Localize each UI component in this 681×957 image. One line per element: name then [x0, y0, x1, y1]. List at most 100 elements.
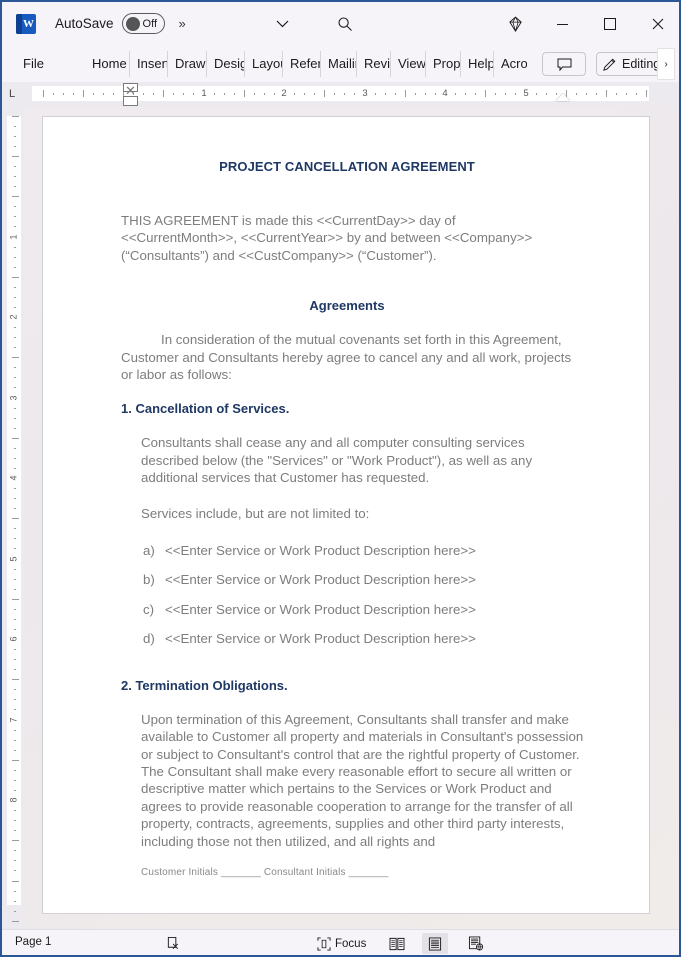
ruler-tick — [53, 93, 54, 95]
ruler-tick — [14, 428, 16, 429]
tab-file[interactable]: File — [23, 51, 59, 77]
ruler-tick — [14, 247, 16, 248]
ruler-tick — [425, 93, 426, 95]
ruler-tick — [455, 93, 456, 95]
ruler-tick — [14, 448, 16, 449]
tab-help[interactable]: Help — [460, 50, 493, 77]
ruler-tick — [616, 93, 617, 95]
ruler-tick — [14, 267, 16, 268]
list-item-text: <<Enter Service or Work Product Descript… — [165, 572, 476, 588]
ruler-tick — [324, 90, 325, 97]
page-number-label[interactable]: Page 1 — [15, 936, 51, 948]
ribbon-expand-button[interactable]: › — [657, 48, 675, 80]
ruler-tick — [193, 93, 194, 95]
ruler-tick — [415, 93, 416, 95]
ruler-tick — [14, 408, 16, 409]
ruler-tick — [153, 93, 154, 95]
document-page[interactable]: PROJECT CANCELLATION AGREEMENT THIS AGRE… — [42, 116, 650, 914]
proofing-status-button[interactable] — [162, 935, 184, 952]
ruler-tick — [14, 709, 16, 710]
focus-mode-button[interactable]: Focus — [317, 935, 366, 952]
web-layout-icon — [468, 936, 484, 951]
ruler-tick — [14, 206, 16, 207]
ruler-tick — [14, 659, 16, 660]
ruler-tick — [14, 377, 16, 378]
word-window: W AutoSave Off » File Home Insert Draw D… — [0, 0, 681, 957]
tab-review[interactable]: Review — [356, 50, 390, 77]
tab-mailings[interactable]: Mailings — [320, 50, 356, 77]
tab-references[interactable]: References — [282, 50, 320, 77]
document-text-body[interactable]: PROJECT CANCELLATION AGREEMENT THIS AGRE… — [121, 159, 583, 850]
web-layout-button[interactable] — [463, 933, 489, 954]
ruler-tick — [14, 297, 16, 298]
vertical-ruler[interactable]: 1 2 3 4 5 6 7 8 — [2, 107, 24, 933]
ruler-tick — [254, 93, 255, 95]
ruler-tick — [14, 327, 16, 328]
ruler-tick — [14, 216, 16, 217]
ruler-tick — [12, 840, 19, 841]
copilot-button[interactable] — [502, 13, 528, 35]
ruler-tick — [234, 93, 235, 95]
ruler-number: 6 — [8, 636, 19, 642]
ruler-tick — [586, 93, 587, 95]
ruler-tick — [14, 468, 16, 469]
minimize-button[interactable] — [547, 10, 577, 38]
ruler-tick — [375, 93, 376, 95]
editing-mode-button[interactable]: Editing — [596, 52, 664, 76]
ruler-tick — [405, 90, 406, 97]
tab-stop-selector[interactable]: L — [9, 88, 15, 100]
ruler-tick — [576, 93, 577, 95]
tab-layout[interactable]: Layout — [244, 50, 282, 77]
ruler-tick — [475, 93, 476, 95]
ruler-tick — [14, 730, 16, 731]
ruler-tick — [334, 93, 335, 95]
ruler-tick — [546, 93, 547, 95]
search-button[interactable] — [332, 13, 358, 35]
ruler-tick — [636, 93, 637, 95]
ruler-tick — [14, 589, 16, 590]
autosave-toggle[interactable]: Off — [121, 13, 165, 34]
maximize-button[interactable] — [595, 10, 625, 38]
tab-design[interactable]: Design — [206, 50, 244, 77]
comments-button[interactable] — [542, 52, 586, 76]
document-canvas[interactable]: PROJECT CANCELLATION AGREEMENT THIS AGRE… — [24, 107, 679, 933]
horizontal-ruler[interactable]: L 1 2 3 4 5 ✕ — [2, 82, 679, 107]
list-item-text: <<Enter Service or Work Product Descript… — [165, 601, 476, 617]
tab-acrobat[interactable]: Acrobat — [493, 50, 527, 77]
ribbon-display-options-button[interactable] — [270, 14, 294, 34]
ruler-tick — [515, 93, 516, 95]
print-layout-button[interactable] — [422, 933, 448, 954]
ruler-tick — [14, 830, 16, 831]
right-indent-marker[interactable] — [556, 93, 570, 101]
tab-view[interactable]: View — [390, 50, 425, 77]
quick-access-overflow-button[interactable]: » — [179, 16, 186, 31]
consideration-text: In consideration of the mutual covenants… — [121, 332, 572, 383]
ruler-number: 1 — [8, 234, 19, 240]
ruler-tick — [12, 760, 19, 761]
ruler-tick — [14, 569, 16, 570]
ruler-tick — [12, 518, 19, 519]
ruler-tick — [14, 146, 16, 147]
ruler-tick — [14, 287, 16, 288]
tab-home[interactable]: Home — [92, 51, 129, 77]
ruler-tick — [14, 257, 16, 258]
status-bar: Page 1 Focus — [2, 929, 679, 955]
ruler-tick — [12, 438, 19, 439]
search-icon — [338, 17, 352, 31]
list-marker: c) — [143, 601, 155, 617]
read-mode-button[interactable] — [384, 933, 410, 954]
consideration-paragraph: In consideration of the mutual covenants… — [121, 331, 573, 383]
ruler-tick — [14, 740, 16, 741]
ruler-tick — [14, 226, 16, 227]
ruler-tick — [14, 166, 16, 167]
ruler-tick — [14, 870, 16, 871]
ruler-tick — [14, 387, 16, 388]
tab-draw[interactable]: Draw — [167, 50, 206, 77]
tab-properties[interactable]: Properties — [425, 50, 460, 77]
list-marker: a) — [143, 543, 155, 559]
ruler-tick — [14, 136, 16, 137]
tab-insert[interactable]: Insert — [129, 50, 167, 77]
close-button[interactable] — [643, 10, 673, 38]
